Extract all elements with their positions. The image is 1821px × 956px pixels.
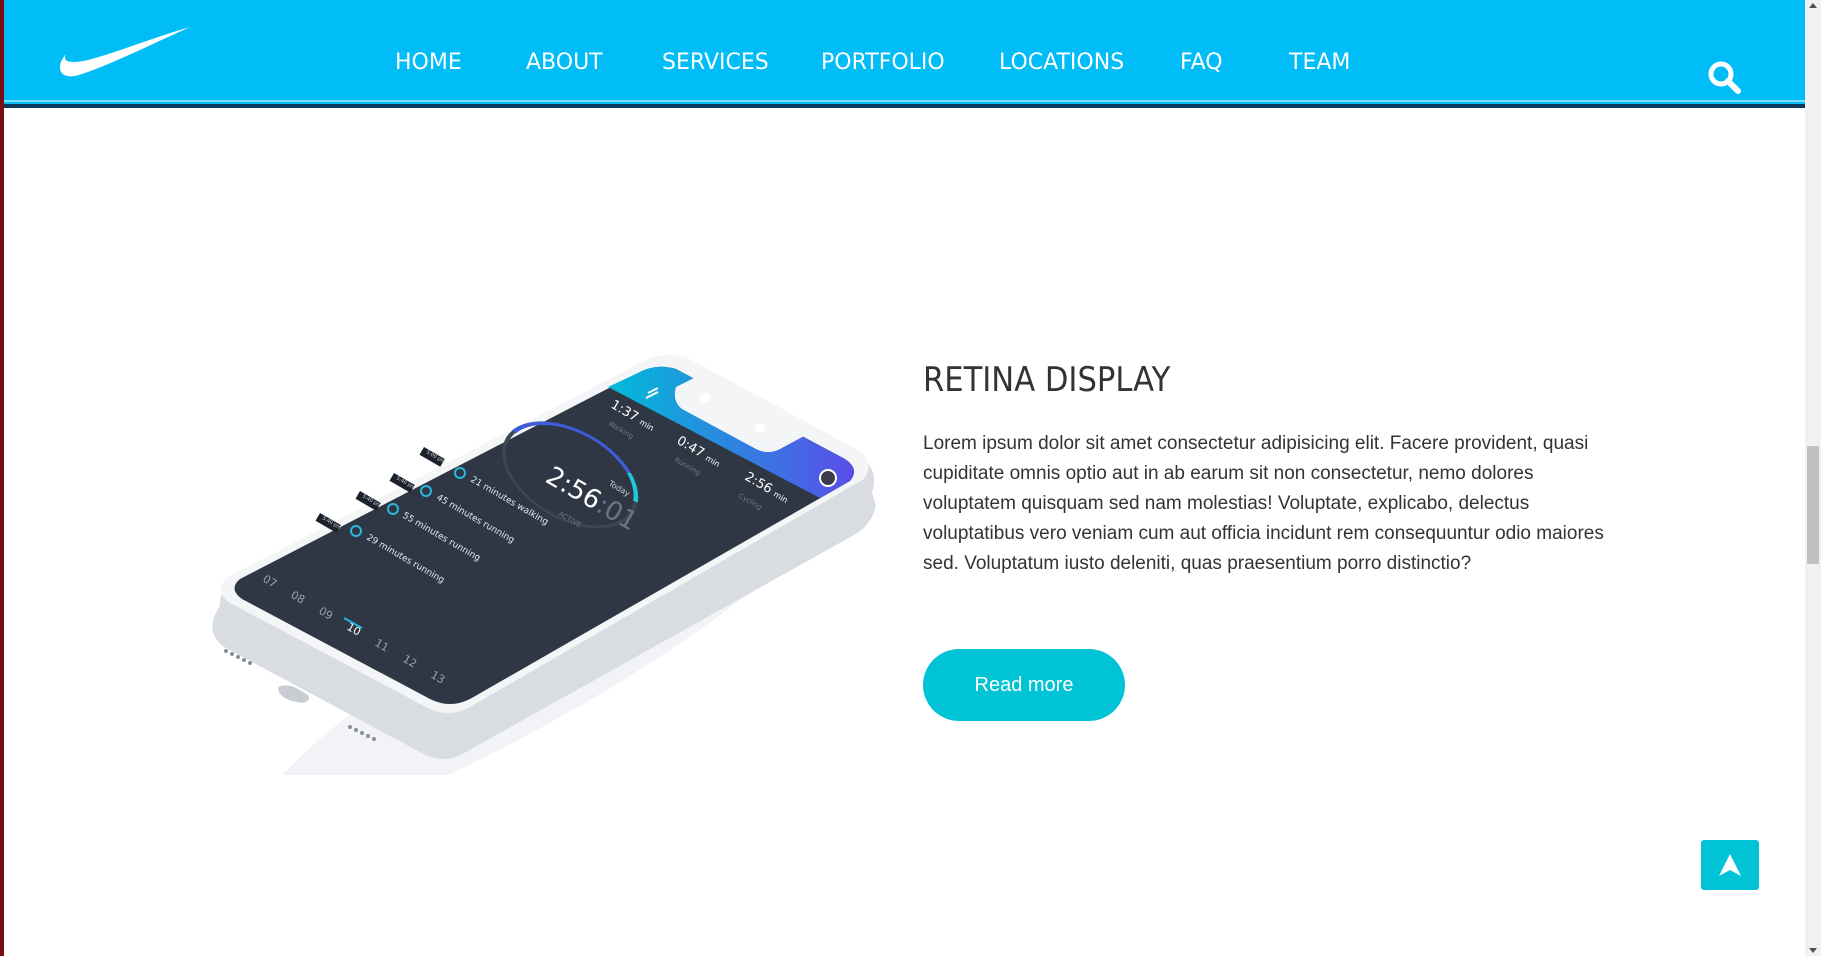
feature-description: Lorem ipsum dolor sit amet consectetur a…	[923, 433, 1604, 574]
nav-services[interactable]: SERVICES	[662, 48, 769, 78]
scroll-down-arrow-icon[interactable]	[1809, 948, 1817, 953]
nav-faq[interactable]: FAQ	[1180, 48, 1223, 78]
nav-home[interactable]: HOME	[395, 48, 462, 78]
scroll-thumb[interactable]	[1807, 446, 1819, 564]
read-more-button[interactable]: Read more	[923, 649, 1125, 721]
feature-title: RETINA DISPLAY	[923, 360, 1171, 400]
search-icon[interactable]	[1707, 60, 1741, 94]
nav-locations[interactable]: LOCATIONS	[999, 48, 1124, 78]
navbar: HOME ABOUT SERVICES PORTFOLIO LOCATIONS …	[4, 0, 1805, 108]
back-to-top-button[interactable]	[1701, 840, 1759, 890]
scrollbar[interactable]	[1805, 0, 1821, 956]
arrow-up-icon	[1719, 854, 1741, 876]
nav-team[interactable]: TEAM	[1289, 48, 1350, 78]
scroll-up-arrow-icon[interactable]	[1809, 3, 1817, 8]
nav-about[interactable]: ABOUT	[526, 48, 603, 78]
nav-portfolio[interactable]: PORTFOLIO	[821, 48, 945, 78]
phone-mockup: 1:37 min Walking 0:47 min Running 2:56 m…	[212, 355, 876, 775]
main-nav: HOME ABOUT SERVICES PORTFOLIO LOCATIONS …	[4, 0, 1805, 108]
window-edge	[0, 0, 4, 956]
